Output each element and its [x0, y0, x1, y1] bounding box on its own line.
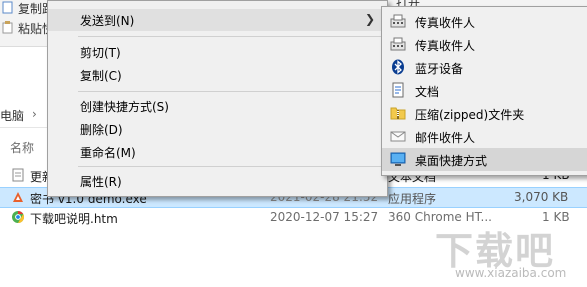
send-to-bluetooth-device[interactable]: 蓝牙设备: [382, 56, 587, 79]
send-to-item-label: 蓝牙设备: [415, 62, 464, 76]
documents-folder-icon: [392, 82, 404, 98]
menu-item-copy[interactable]: 复制(C): [48, 64, 387, 86]
menu-item-label: 复制(C): [80, 69, 122, 83]
menu-separator: [78, 166, 383, 167]
copy-path-icon: [2, 1, 13, 14]
menu-item-cut[interactable]: 剪切(T): [48, 41, 387, 63]
zip-folder-icon: [390, 107, 406, 120]
text-file-icon: [12, 168, 24, 182]
send-to-item-label: 桌面快捷方式: [415, 154, 488, 168]
fax-icon: [390, 37, 406, 51]
watermark: 下载吧 www.xiazaiba.com: [425, 212, 585, 284]
paste-shortcut-button[interactable]: 粘贴快: [0, 19, 54, 37]
watermark-url: www.xiazaiba.com: [455, 266, 567, 280]
send-to-item-label: 压缩(zipped)文件夹: [415, 108, 525, 122]
menu-separator: [78, 36, 383, 37]
file-type: 应用程序: [388, 192, 437, 206]
file-size: 3,070 KB: [514, 190, 569, 204]
menu-item-label: 重命名(M): [80, 146, 136, 160]
menu-item-label: 剪切(T): [80, 46, 121, 60]
menu-item-label: 发送到(N): [80, 14, 135, 28]
file-name: 下载吧说明.htm: [30, 212, 118, 226]
context-menu: 发送到(N) ❯ 剪切(T) 复制(C) 创建快捷方式(S) 删除(D) 重命名…: [47, 0, 388, 197]
copy-path-button[interactable]: 复制路: [0, 0, 54, 18]
menu-item-properties[interactable]: 属性(R): [48, 170, 387, 192]
send-to-item-label: 邮件收件人: [415, 131, 476, 145]
fax-icon: [390, 14, 406, 28]
send-to-documents[interactable]: 文档: [382, 79, 587, 102]
menu-item-label: 删除(D): [80, 123, 123, 137]
name-column-header[interactable]: 名称: [10, 139, 34, 156]
send-to-item-label: 传真收件人: [415, 16, 476, 30]
menu-item-delete[interactable]: 删除(D): [48, 118, 387, 140]
send-to-fax-recipient[interactable]: 传真收件人: [382, 10, 587, 33]
bluetooth-icon: [392, 59, 404, 75]
send-to-desktop-shortcut[interactable]: 桌面快捷方式: [382, 148, 587, 171]
send-to-fax-recipient[interactable]: 传真收件人: [382, 33, 587, 56]
menu-separator: [78, 91, 383, 92]
app-icon: [13, 192, 23, 202]
send-to-zip-folder[interactable]: 压缩(zipped)文件夹: [382, 102, 587, 125]
file-date: 2020-12-07 15:27: [270, 210, 379, 224]
send-to-mail-recipient[interactable]: 邮件收件人: [382, 125, 587, 148]
menu-item-create-shortcut[interactable]: 创建快捷方式(S): [48, 95, 387, 117]
address-chevron-icon: ›: [32, 107, 37, 121]
send-to-item-label: 传真收件人: [415, 39, 476, 53]
menu-item-send-to[interactable]: 发送到(N) ❯: [48, 9, 387, 31]
send-to-item-label: 文档: [415, 85, 440, 99]
address-location[interactable]: 电脑: [0, 107, 24, 124]
send-to-submenu: 传真收件人 传真收件人 蓝牙设备 文档 压缩(zipped)文件夹 邮件收件人 …: [381, 6, 587, 176]
chrome-html-icon: [12, 211, 25, 223]
submenu-arrow-icon: ❯: [364, 12, 375, 26]
menu-item-rename[interactable]: 重命名(M): [48, 141, 387, 163]
menu-item-label: 属性(R): [80, 175, 122, 189]
menu-item-label: 创建快捷方式(S): [80, 100, 169, 114]
paste-shortcut-icon: [2, 21, 13, 34]
desktop-shortcut-icon: [390, 152, 406, 166]
mail-recipient-icon: [390, 131, 406, 142]
